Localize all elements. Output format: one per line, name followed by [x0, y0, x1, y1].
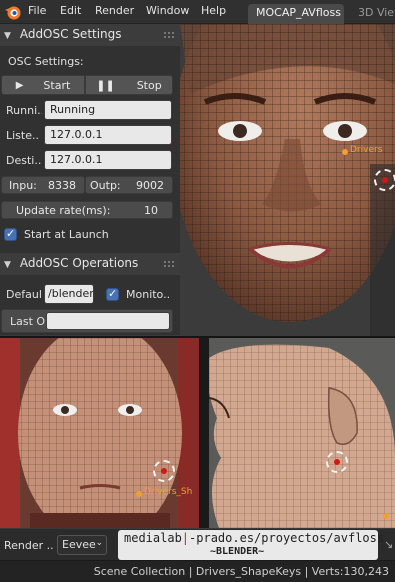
panel-header-osc-settings[interactable]: ▼ AddOSC Settings [0, 24, 180, 46]
menu-help[interactable]: Help [201, 4, 226, 17]
destination-label: Desti.. [6, 154, 42, 167]
default-address-label: Defaul [6, 288, 42, 301]
update-rate-value: 10 [144, 204, 158, 217]
bone-target-front[interactable] [153, 460, 175, 482]
url-host-suffix: -prado.es/proyectos/avfloss [189, 531, 385, 545]
listen-label: Liste.. [6, 129, 39, 142]
url-host-prefix: medialab [124, 531, 182, 545]
url-overlay: medialab|-prado.es/proyectos/avfloss ~BL… [118, 530, 384, 560]
drivers-label-top: Drivers [350, 145, 383, 155]
last-operation-field [46, 312, 170, 330]
viewport-camera-front[interactable]: Drivers_Sh [0, 338, 199, 528]
render-engine-dropdown[interactable]: Eevee ⌄ [57, 535, 107, 555]
running-status-field: Running [44, 100, 172, 120]
menu-window[interactable]: Window [146, 4, 189, 17]
chevron-down-icon[interactable]: ▼ [4, 31, 16, 41]
url-line-2: ~BLENDER~ [210, 546, 265, 557]
addosc-sidebar: ▼ AddOSC Settings OSC Settings: ▶ Start … [0, 24, 180, 335]
drag-handle-icon[interactable] [164, 261, 174, 267]
menu-edit[interactable]: Edit [60, 4, 81, 17]
output-port-label: Outp: [90, 179, 121, 192]
monitor-label: Monito.. [126, 288, 171, 301]
profile-face-render [209, 338, 395, 528]
update-rate-field[interactable]: Update rate(ms): 10 [1, 201, 173, 219]
running-label: Runni.. [6, 104, 42, 117]
output-port-value: 9002 [136, 179, 164, 192]
start-button-label: Start [43, 78, 71, 92]
area-divider-vertical[interactable] [199, 338, 209, 528]
output-port-field[interactable]: Outp: 9002 [85, 176, 173, 194]
default-address-input[interactable]: /blender [44, 284, 94, 304]
panel-header-osc-operations[interactable]: ▼ AddOSC Operations [0, 253, 180, 275]
stop-button-label: Stop [136, 78, 162, 92]
driver-point-profile[interactable] [383, 513, 389, 519]
status-bar: Scene Collection | Drivers_ShapeKeys | V… [0, 560, 395, 582]
last-operation-row: Last O [1, 309, 173, 333]
top-bar: File Edit Render Window Help MOCAP_AVflo… [0, 0, 395, 24]
front-face-render [0, 338, 199, 528]
url-line-1: medialab|-prado.es/proyectos/avfloss [124, 531, 384, 545]
update-rate-label: Update rate(ms): [16, 204, 111, 217]
play-icon: ▶ [15, 79, 24, 91]
panel-title-osc-settings: AddOSC Settings [19, 27, 122, 41]
chevron-down-icon[interactable]: ▼ [4, 260, 16, 270]
stop-button[interactable]: ❚❚ Stop [85, 75, 173, 95]
listen-ip-input[interactable]: 127.0.0.1 [44, 125, 172, 145]
chevron-down-icon: ⌄ [95, 538, 103, 548]
text-cursor-icon: | [181, 531, 190, 545]
osc-settings-label: OSC Settings: [8, 55, 84, 68]
blender-logo-icon[interactable] [4, 3, 22, 21]
scroll-arrow-icon[interactable]: ↘ [384, 538, 393, 551]
workspace-tab-3d-viewport[interactable]: 3D Viewport [350, 4, 395, 24]
panel-title-osc-operations: AddOSC Operations [19, 256, 139, 270]
workspace-tab-mocap[interactable]: MOCAP_AVfloss [248, 4, 344, 24]
input-port-label: Inpu: [9, 179, 37, 192]
bone-target-profile[interactable] [326, 451, 348, 473]
destination-ip-input[interactable]: 127.0.0.1 [44, 150, 172, 170]
status-bar-text: Scene Collection | Drivers_ShapeKeys | V… [93, 565, 389, 578]
driver-point-front[interactable] [136, 491, 142, 497]
start-at-launch-checkbox[interactable] [4, 227, 17, 241]
input-port-value: 8338 [48, 179, 76, 192]
render-engine-label: Render .. [4, 539, 54, 552]
drivers-label-bottom: Drivers_Sh [144, 487, 193, 497]
drag-handle-icon[interactable] [164, 32, 174, 38]
monitor-checkbox[interactable] [106, 287, 119, 301]
pause-icon: ❚❚ [96, 78, 115, 92]
start-at-launch-label: Start at Launch [24, 228, 109, 241]
start-button[interactable]: ▶ Start [1, 75, 85, 95]
render-engine-value: Eevee [62, 538, 96, 551]
input-port-field[interactable]: Inpu: 8338 [1, 176, 85, 194]
last-operation-label: Last O [10, 315, 46, 328]
menu-render[interactable]: Render [95, 4, 134, 17]
viewport-side-profile[interactable] [209, 338, 395, 528]
bone-target-top[interactable] [374, 169, 395, 191]
driver-point-top[interactable] [342, 149, 348, 155]
menu-file[interactable]: File [28, 4, 46, 17]
